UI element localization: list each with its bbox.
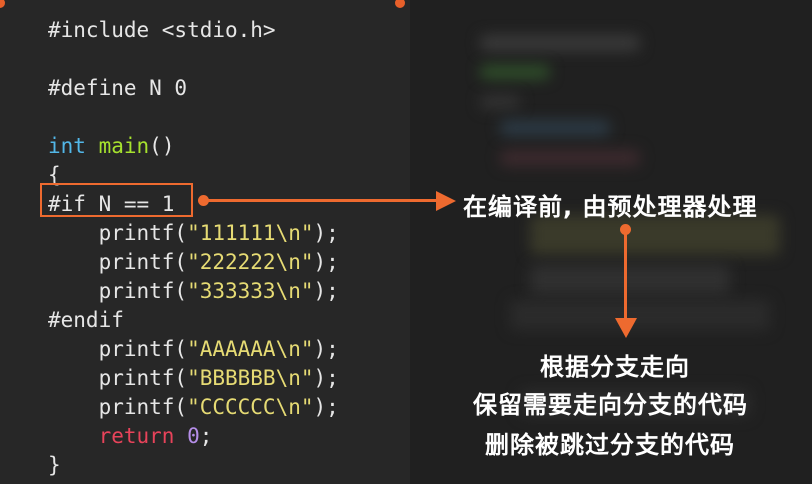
code-token: ); bbox=[313, 221, 339, 245]
code-token: "BBBBBB\n" bbox=[187, 366, 314, 390]
code-token: return bbox=[98, 424, 175, 448]
code-block: #include <stdio.h> #define N 0 int main(… bbox=[48, 16, 339, 480]
branch-note: 根据分支走向 bbox=[540, 353, 690, 381]
blurred-line bbox=[480, 35, 640, 51]
code-token: } bbox=[48, 453, 61, 477]
code-token: #include <stdio.h> bbox=[48, 18, 276, 42]
code-line: printf("111111\n"); bbox=[48, 219, 339, 248]
if-directive-highlight bbox=[40, 183, 193, 217]
blurred-line bbox=[530, 265, 730, 295]
code-token: printf( bbox=[48, 395, 188, 419]
code-token: ); bbox=[313, 366, 339, 390]
code-token: printf( bbox=[48, 250, 188, 274]
preprocess-note: 在编译前, 由预处理器处理 bbox=[463, 193, 758, 221]
code-token: ); bbox=[313, 250, 339, 274]
code-line: #endif bbox=[48, 306, 339, 335]
code-line: printf("AAAAAA\n"); bbox=[48, 335, 339, 364]
code-token: 0 bbox=[187, 424, 200, 448]
code-token: printf( bbox=[48, 337, 188, 361]
code-token: ); bbox=[313, 395, 339, 419]
code-token: ); bbox=[313, 279, 339, 303]
code-token: printf( bbox=[48, 366, 188, 390]
code-token: #endif bbox=[48, 308, 124, 332]
keep-code-note: 保留需要走向分支的代码 bbox=[473, 391, 748, 419]
code-line: int main() bbox=[48, 132, 339, 161]
window-dot-left bbox=[0, 0, 5, 8]
arrow-right-icon bbox=[436, 191, 456, 211]
code-line: printf("333333\n"); bbox=[48, 277, 339, 306]
code-token: ); bbox=[313, 337, 339, 361]
code-line: #define N 0 bbox=[48, 74, 339, 103]
code-token: main bbox=[98, 134, 150, 158]
code-token: "222222\n" bbox=[187, 250, 314, 274]
code-token: "333333\n" bbox=[187, 279, 314, 303]
code-line: printf("222222\n"); bbox=[48, 248, 339, 277]
arrow-down-icon bbox=[615, 318, 637, 338]
code-token: "111111\n" bbox=[187, 221, 314, 245]
delete-code-note: 删除被跳过分支的代码 bbox=[485, 431, 735, 459]
code-token: #define N 0 bbox=[48, 76, 188, 100]
code-token: "AAAAAA\n" bbox=[187, 337, 314, 361]
arrow-down-line bbox=[624, 230, 627, 322]
blurred-line bbox=[510, 300, 770, 330]
code-line: printf("BBBBBB\n"); bbox=[48, 364, 339, 393]
code-line: #include <stdio.h> bbox=[48, 16, 339, 45]
blurred-line bbox=[480, 65, 550, 79]
code-token: ; bbox=[199, 424, 213, 448]
arrow-right-line bbox=[204, 199, 440, 202]
window-dot-right bbox=[395, 0, 405, 8]
blurred-line bbox=[480, 95, 520, 109]
code-line: return 0; bbox=[48, 422, 339, 451]
code-token: int bbox=[48, 134, 86, 158]
blurred-line bbox=[500, 120, 610, 136]
blurred-line bbox=[500, 150, 640, 166]
code-token: printf( bbox=[48, 279, 188, 303]
code-line: printf("CCCCCC\n"); bbox=[48, 393, 339, 422]
code-line: } bbox=[48, 451, 339, 480]
code-token: () bbox=[149, 134, 175, 158]
code-token: printf( bbox=[48, 221, 188, 245]
code-token: "CCCCCC\n" bbox=[187, 395, 314, 419]
code-editor-panel: #include <stdio.h> #define N 0 int main(… bbox=[0, 0, 410, 484]
